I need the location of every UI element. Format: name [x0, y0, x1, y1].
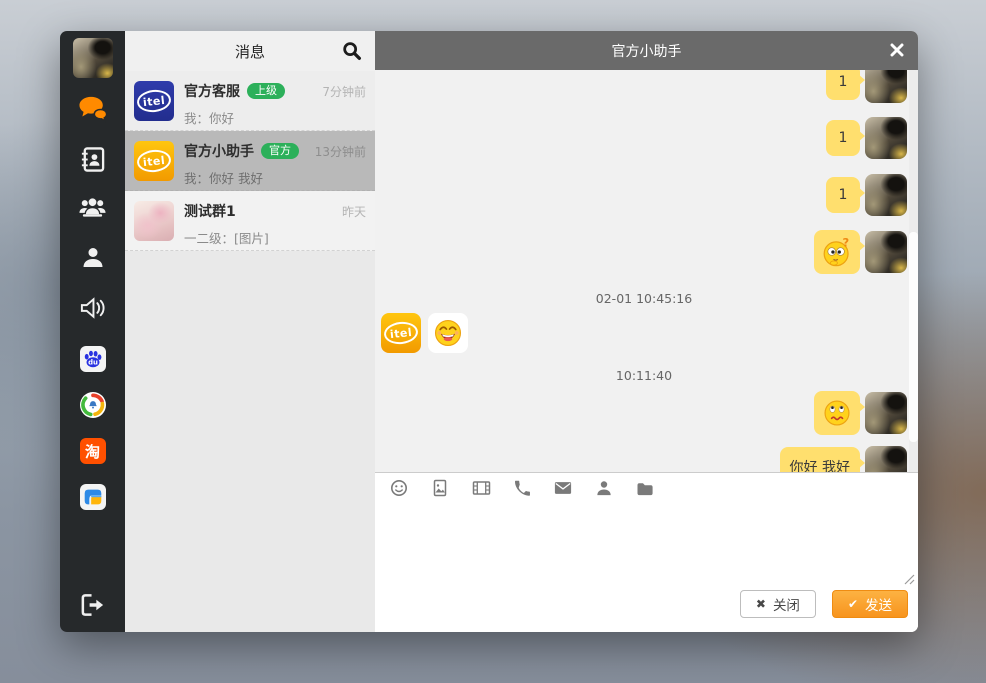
emoji-icon[interactable]: [389, 478, 409, 498]
laugh-emoji: [434, 319, 462, 347]
conversation-time: 昨天: [342, 203, 366, 220]
avatar: [865, 392, 907, 434]
baidu-app-icon[interactable]: du: [80, 346, 106, 372]
conversation-title: 测试群1: [184, 201, 236, 221]
conversation-title: 官方客服: [184, 81, 240, 101]
chat-header: 官方小助手: [375, 31, 918, 70]
composer-toolbar: [375, 472, 918, 503]
conversation-list-header: 消息: [125, 31, 375, 71]
scrollbar-thumb[interactable]: [909, 232, 918, 442]
check-icon: ✔: [848, 598, 858, 610]
avatar: [134, 201, 174, 241]
resize-grip-icon[interactable]: [902, 570, 915, 583]
message-row: ?: [381, 230, 907, 274]
list-item-test-group[interactable]: 测试群1 昨天 一二级：[图片]: [125, 191, 375, 251]
taobao-glyph: 淘: [85, 441, 100, 462]
folder-icon[interactable]: [635, 478, 655, 498]
message-bubble: ?: [814, 230, 860, 274]
avatar: [865, 117, 907, 159]
close-button[interactable]: ✖ 关闭: [740, 590, 816, 618]
conversation-time: 13分钟前: [315, 143, 366, 160]
message-bubble: 1: [826, 177, 860, 213]
avatar: [865, 231, 907, 273]
message-bubble: 你好 我好: [780, 447, 860, 472]
itel-logo: itel: [136, 88, 172, 113]
list-item-official-assistant[interactable]: itel 官方小助手 官方 13分钟前 我：你好 我好: [125, 131, 375, 191]
svg-text:?: ?: [842, 237, 849, 250]
tencent-news-app-icon[interactable]: [80, 392, 106, 418]
message-row: [381, 391, 907, 435]
avatar: [865, 446, 907, 472]
status-badge: 上级: [247, 83, 285, 99]
message-row: itel: [381, 313, 907, 353]
docs-app-icon[interactable]: [80, 484, 106, 510]
status-badge: 官方: [261, 143, 299, 159]
conversation-preview: 我：你好 我好: [184, 168, 366, 187]
wry-emoji: [823, 399, 851, 427]
avatar: [865, 70, 907, 103]
user-avatar[interactable]: [73, 38, 113, 78]
chat-panel: 官方小助手 1 1 1: [375, 31, 918, 632]
contact-card-icon[interactable]: [594, 478, 614, 498]
message-bubble: [814, 391, 860, 435]
avatar: itel: [134, 141, 174, 181]
conversation-title: 官方小助手: [184, 141, 254, 161]
video-icon[interactable]: [471, 478, 491, 498]
action-bar: ✖ 关闭 ✔ 发送: [375, 584, 918, 632]
timestamp: 02-01 10:45:16: [381, 291, 907, 306]
search-icon[interactable]: [341, 40, 363, 62]
composer-input[interactable]: [375, 503, 918, 584]
timestamp: 10:11:40: [381, 368, 907, 383]
conversation-list: 消息 itel 官方客服 上级 7分钟前 我：你好: [125, 31, 375, 632]
logout-icon[interactable]: [78, 590, 108, 620]
sidebar: du 淘: [60, 31, 125, 632]
conversation-time: 7分钟前: [322, 83, 366, 100]
chat-title: 官方小助手: [612, 41, 682, 61]
speaker-icon[interactable]: [78, 293, 108, 323]
conversation-preview: 我：你好: [184, 108, 366, 127]
list-item-official-support[interactable]: itel 官方客服 上级 7分钟前 我：你好: [125, 71, 375, 131]
conversation-preview: 一二级：[图片]: [184, 228, 366, 247]
avatar: itel: [381, 313, 421, 353]
message-row: 1: [381, 117, 907, 159]
avatar: itel: [134, 81, 174, 121]
message-row: 1: [381, 174, 907, 216]
itel-logo: itel: [383, 320, 419, 345]
mail-icon[interactable]: [553, 478, 573, 498]
itel-logo: itel: [136, 148, 172, 173]
message-bubble: 1: [826, 120, 860, 156]
baidu-glyph: du: [88, 359, 98, 367]
taobao-app-icon[interactable]: 淘: [80, 438, 106, 464]
composer-area: [375, 503, 918, 584]
chat-bubbles-icon[interactable]: [78, 94, 108, 124]
page-title: 消息: [235, 41, 265, 62]
phone-icon[interactable]: [512, 478, 532, 498]
message-history: 1 1 1: [375, 70, 918, 472]
avatar: [865, 174, 907, 216]
send-button[interactable]: ✔ 发送: [832, 590, 908, 618]
close-x-icon: ✖: [756, 598, 766, 610]
messenger-window: du 淘: [60, 31, 918, 632]
close-icon[interactable]: [886, 39, 908, 61]
scrollbar-track: [909, 70, 918, 472]
message-bubble: 1: [826, 70, 860, 100]
message-row: 你好 我好: [381, 446, 907, 472]
image-icon[interactable]: [430, 478, 450, 498]
group-icon[interactable]: [78, 193, 108, 223]
message-row: 1: [381, 70, 907, 103]
thinking-question-emoji: ?: [822, 237, 852, 267]
address-book-icon[interactable]: [78, 144, 108, 174]
contact-icon[interactable]: [78, 243, 108, 273]
message-bubble: [428, 313, 468, 353]
